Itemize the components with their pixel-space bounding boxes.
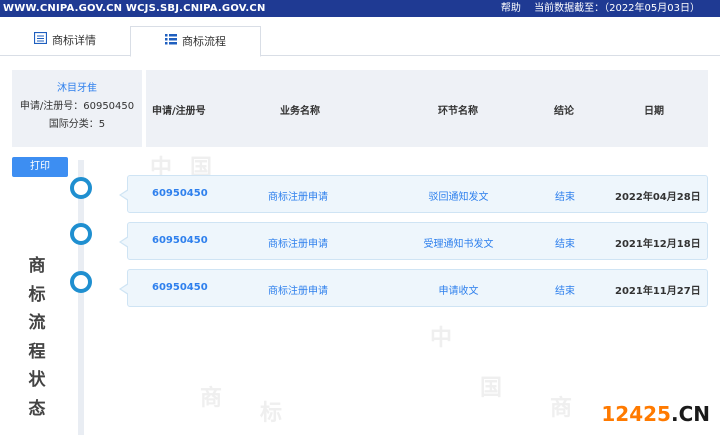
row-result: 结束	[555, 239, 575, 250]
watermark: 中	[430, 326, 453, 351]
table-header: 申请/注册号 业务名称 环节名称 结论 日期	[146, 70, 708, 147]
timeline-line	[78, 160, 84, 435]
watermark: 商	[200, 386, 223, 411]
tab-label: 商标详情	[52, 34, 96, 47]
row-step-text[interactable]: 申请收文	[439, 286, 479, 297]
row-step-text[interactable]: 驳回通知发文	[429, 192, 489, 203]
top-bar: WWW.CNIPA.GOV.CN WCJS.SBJ.CNIPA.GOV.CN 帮…	[0, 0, 720, 17]
international-class: 国际分类：5	[48, 119, 106, 130]
title-char: 态	[28, 398, 46, 419]
site-domains: WWW.CNIPA.GOV.CN WCJS.SBJ.CNIPA.GOV.CN	[3, 3, 266, 14]
table-row[interactable]: 60950450 商标注册申请 受理通知书发文 结束 2021年12月18日	[119, 222, 708, 260]
table-row[interactable]: 60950450 商标注册申请 申请收文 结束 2021年11月27日	[119, 269, 708, 307]
print-button[interactable]: 打印	[12, 157, 68, 177]
document-icon	[33, 26, 48, 56]
header-business: 业务名称	[280, 106, 320, 117]
header-reg-no: 申请/注册号	[152, 106, 206, 117]
row-step-text[interactable]: 受理通知书发文	[424, 239, 494, 250]
title-char: 状	[28, 370, 46, 390]
logo-domain: .CN	[670, 402, 710, 426]
row-result: 结束	[555, 192, 575, 203]
list-icon	[165, 27, 177, 57]
row-date: 2022年04月28日	[615, 192, 701, 203]
trademark-name[interactable]: 沐目牙隹	[12, 80, 142, 98]
registration-number: 申请/注册号：60950450	[19, 101, 135, 112]
row-result: 结束	[555, 286, 575, 297]
title-char: 程	[28, 341, 46, 362]
help-link[interactable]: 帮助	[501, 3, 521, 14]
site-logo-watermark: 12425.CN	[601, 402, 710, 426]
title-char: 标	[28, 284, 46, 305]
header-step: 环节名称	[438, 106, 478, 117]
table-row[interactable]: 60950450 商标注册申请 驳回通知发文 结束 2022年04月28日	[119, 175, 708, 213]
timeline-node	[70, 223, 92, 245]
row-date: 2021年12月18日	[615, 239, 701, 250]
header-date: 日期	[644, 106, 664, 117]
tab-trademark-details[interactable]: 商标详情	[0, 26, 130, 56]
top-right-info: 帮助 当前数据截至：（2022年05月03日）	[491, 0, 700, 17]
tabs-bar: 商标详情 商标流程	[0, 22, 720, 57]
tab-trademark-process[interactable]: 商标流程	[130, 26, 261, 57]
logo-number: 12425	[601, 402, 671, 426]
timeline-node	[70, 271, 92, 293]
title-char: 流	[28, 313, 46, 333]
row-date: 2021年11月27日	[615, 286, 701, 297]
process-status-title: 商 标 流 程 状 态	[25, 252, 49, 423]
title-char: 商	[28, 256, 46, 276]
watermark: 商	[550, 396, 573, 421]
trademark-info-panel: 沐目牙隹 申请/注册号：60950450 国际分类：5	[12, 70, 142, 147]
watermark: 标	[260, 401, 283, 426]
header-result: 结论	[554, 106, 574, 117]
watermark: 国	[480, 376, 503, 401]
tab-label: 商标流程	[182, 35, 226, 48]
data-as-of: 当前数据截至：（2022年05月03日）	[534, 3, 700, 14]
timeline-node	[70, 177, 92, 199]
